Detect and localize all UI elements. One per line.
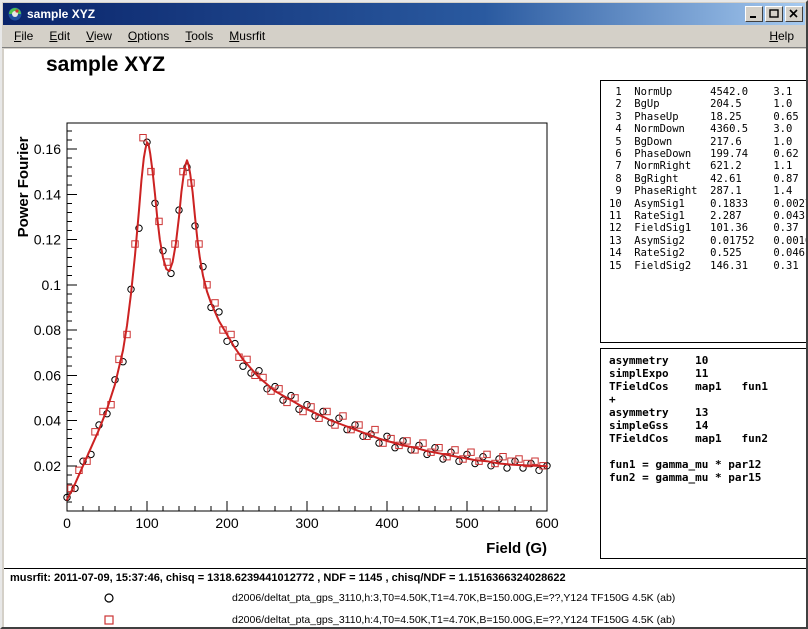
legend: d2006/deltat_pta_gps_3110,h:3,T0=4.50K,T… <box>4 587 808 629</box>
theory-box: asymmetry 10 simplExpo 11 TFieldCos map1… <box>600 348 808 559</box>
svg-text:600: 600 <box>535 515 559 531</box>
svg-text:0.02: 0.02 <box>34 458 61 474</box>
svg-text:Power Fourier: Power Fourier <box>15 136 32 237</box>
parameters-text: 1 NormUp 4542.0 3.1 2 BgUp 204.5 1.0 3 P… <box>609 86 807 272</box>
svg-text:400: 400 <box>375 515 399 531</box>
svg-text:100: 100 <box>135 515 159 531</box>
svg-text:300: 300 <box>295 515 319 531</box>
circle-marker-icon <box>101 590 117 606</box>
legend-label: d2006/deltat_pta_gps_3110,h:4,T0=4.50K,T… <box>232 614 675 626</box>
svg-text:0.12: 0.12 <box>34 232 61 248</box>
svg-text:0.06: 0.06 <box>34 367 61 383</box>
close-button[interactable] <box>785 6 803 22</box>
svg-text:0.16: 0.16 <box>34 141 61 157</box>
legend-label: d2006/deltat_pta_gps_3110,h:3,T0=4.50K,T… <box>232 592 675 604</box>
legend-entry: d2006/deltat_pta_gps_3110,h:4,T0=4.50K,T… <box>4 609 808 629</box>
menu-edit[interactable]: Edit <box>41 26 78 46</box>
titlebar[interactable]: sample XYZ <box>3 3 805 25</box>
window-title: sample XYZ <box>27 7 745 21</box>
svg-text:200: 200 <box>215 515 239 531</box>
root-canvas: sample XYZ 01002003004005006000.020.040.… <box>4 49 808 629</box>
maximize-button[interactable] <box>765 6 783 22</box>
menu-options[interactable]: Options <box>120 26 177 46</box>
divider-line <box>4 568 808 569</box>
minimize-button[interactable] <box>745 6 763 22</box>
svg-text:0.14: 0.14 <box>34 186 61 202</box>
theory-text: asymmetry 10 simplExpo 11 TFieldCos map1… <box>609 354 807 484</box>
svg-text:0.08: 0.08 <box>34 322 61 338</box>
menu-musrfit[interactable]: Musrfit <box>221 26 273 46</box>
svg-text:Field (G): Field (G) <box>486 540 547 557</box>
menu-tools[interactable]: Tools <box>177 26 221 46</box>
app-icon <box>7 6 23 22</box>
legend-entry: d2006/deltat_pta_gps_3110,h:3,T0=4.50K,T… <box>4 587 808 609</box>
square-marker-icon <box>101 612 117 628</box>
fit-stats: musrfit: 2011-07-09, 15:37:46, chisq = 1… <box>10 572 566 584</box>
svg-text:500: 500 <box>455 515 479 531</box>
menubar: FileEditViewOptionsToolsMusrfit Help <box>2 25 806 48</box>
svg-text:0: 0 <box>63 515 71 531</box>
svg-text:0.1: 0.1 <box>42 277 62 293</box>
menu-items: FileEditViewOptionsToolsMusrfit <box>6 26 761 46</box>
svg-text:0.04: 0.04 <box>34 413 61 429</box>
parameters-box: 1 NormUp 4542.0 3.1 2 BgUp 204.5 1.0 3 P… <box>600 80 808 343</box>
window-controls <box>745 6 803 22</box>
menu-view[interactable]: View <box>78 26 120 46</box>
menu-help[interactable]: Help <box>761 26 802 46</box>
menu-file[interactable]: File <box>6 26 41 46</box>
app-window: sample XYZ FileEditViewOptionsToolsMusrf… <box>0 0 808 629</box>
close-icon <box>789 9 799 19</box>
maximize-icon <box>769 9 779 19</box>
minimize-icon <box>749 9 759 19</box>
